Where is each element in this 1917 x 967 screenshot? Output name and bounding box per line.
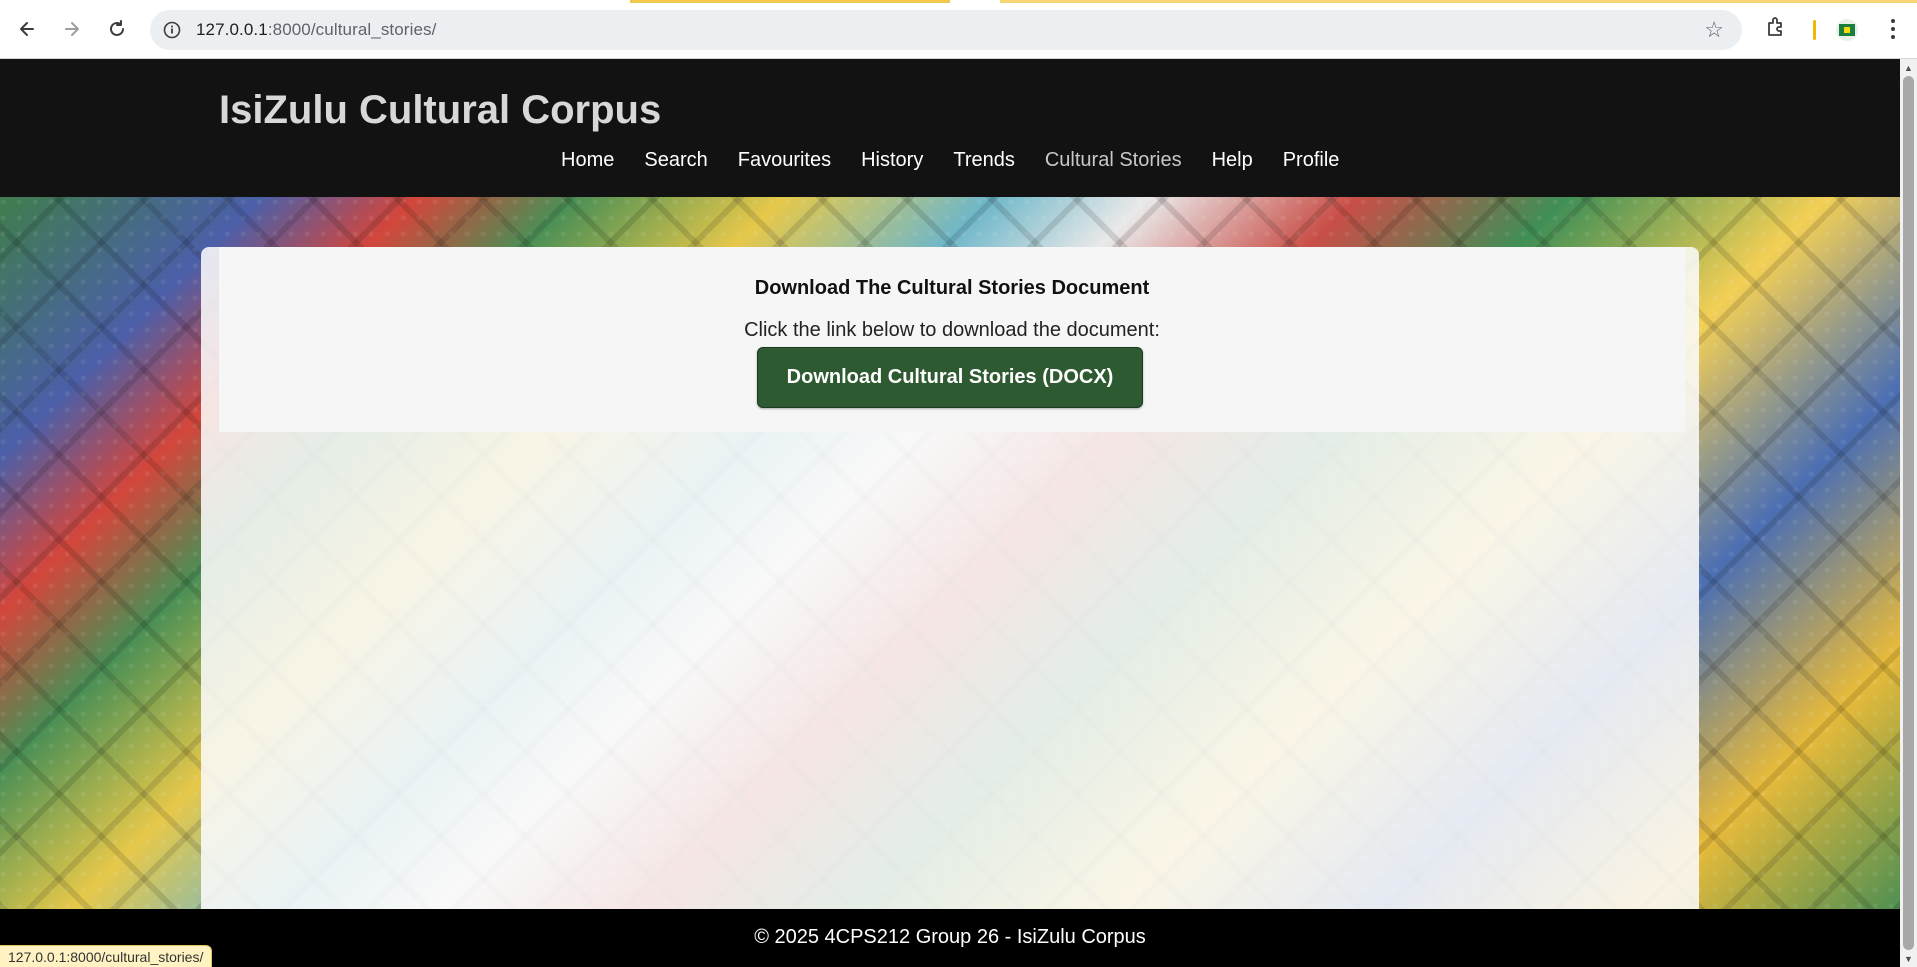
back-icon[interactable] bbox=[10, 12, 44, 46]
site-info-icon[interactable] bbox=[160, 18, 184, 42]
nav-trends[interactable]: Trends bbox=[953, 149, 1015, 172]
loading-bar bbox=[630, 0, 950, 3]
footer-copyright: © 2025 4CPS212 Group 26 - IsiZulu Corpus bbox=[754, 926, 1146, 948]
reload-icon[interactable] bbox=[100, 12, 134, 46]
download-card: Download The Cultural Stories Document C… bbox=[219, 247, 1685, 432]
forward-icon[interactable] bbox=[55, 12, 89, 46]
scroll-down-icon[interactable]: ▼ bbox=[1900, 950, 1917, 967]
loading-bar-2 bbox=[1000, 0, 1917, 3]
browser-toolbar: 127.0.0.1:8000/cultural_stories/ ☆ bbox=[0, 0, 1917, 59]
scrollbar-thumb[interactable] bbox=[1903, 76, 1914, 950]
nav-cultural-stories[interactable]: Cultural Stories bbox=[1045, 149, 1182, 172]
nav-help[interactable]: Help bbox=[1212, 149, 1253, 172]
bookmark-star-icon[interactable]: ☆ bbox=[1704, 17, 1724, 43]
content-panel: Download The Cultural Stories Document C… bbox=[201, 247, 1699, 909]
nav-history[interactable]: History bbox=[861, 149, 923, 172]
url-text[interactable]: 127.0.0.1:8000/cultural_stories/ bbox=[196, 20, 436, 40]
url-path: :8000/cultural_stories/ bbox=[267, 20, 437, 39]
nav-favourites[interactable]: Favourites bbox=[738, 149, 831, 172]
browser-menu-icon[interactable] bbox=[1880, 14, 1906, 44]
toolbar-divider bbox=[1813, 20, 1816, 40]
site-title[interactable]: IsiZulu Cultural Corpus bbox=[219, 88, 661, 133]
extensions-icon[interactable] bbox=[1764, 14, 1794, 44]
site-header: IsiZulu Cultural Corpus Home Search Favo… bbox=[0, 59, 1900, 197]
profile-avatar-icon[interactable] bbox=[1836, 19, 1858, 41]
download-instruction: Click the link below to download the doc… bbox=[744, 319, 1160, 341]
download-docx-button[interactable]: Download Cultural Stories (DOCX) bbox=[757, 347, 1143, 408]
main-nav: Home Search Favourites History Trends Cu… bbox=[561, 149, 1369, 172]
download-heading: Download The Cultural Stories Document bbox=[754, 277, 1150, 299]
address-bar[interactable]: 127.0.0.1:8000/cultural_stories/ ☆ bbox=[150, 10, 1742, 50]
scroll-up-icon[interactable]: ▲ bbox=[1900, 59, 1917, 76]
page-scrollbar[interactable]: ▲ ▼ bbox=[1900, 59, 1917, 967]
page-viewport: IsiZulu Cultural Corpus Home Search Favo… bbox=[0, 59, 1900, 967]
nav-home[interactable]: Home bbox=[561, 149, 614, 172]
url-host: 127.0.0.1 bbox=[196, 20, 268, 39]
link-status-bubble: 127.0.0.1:8000/cultural_stories/ bbox=[0, 945, 213, 967]
site-footer: © 2025 4CPS212 Group 26 - IsiZulu Corpus bbox=[0, 909, 1900, 967]
nav-profile[interactable]: Profile bbox=[1283, 149, 1340, 172]
nav-search[interactable]: Search bbox=[644, 149, 707, 172]
